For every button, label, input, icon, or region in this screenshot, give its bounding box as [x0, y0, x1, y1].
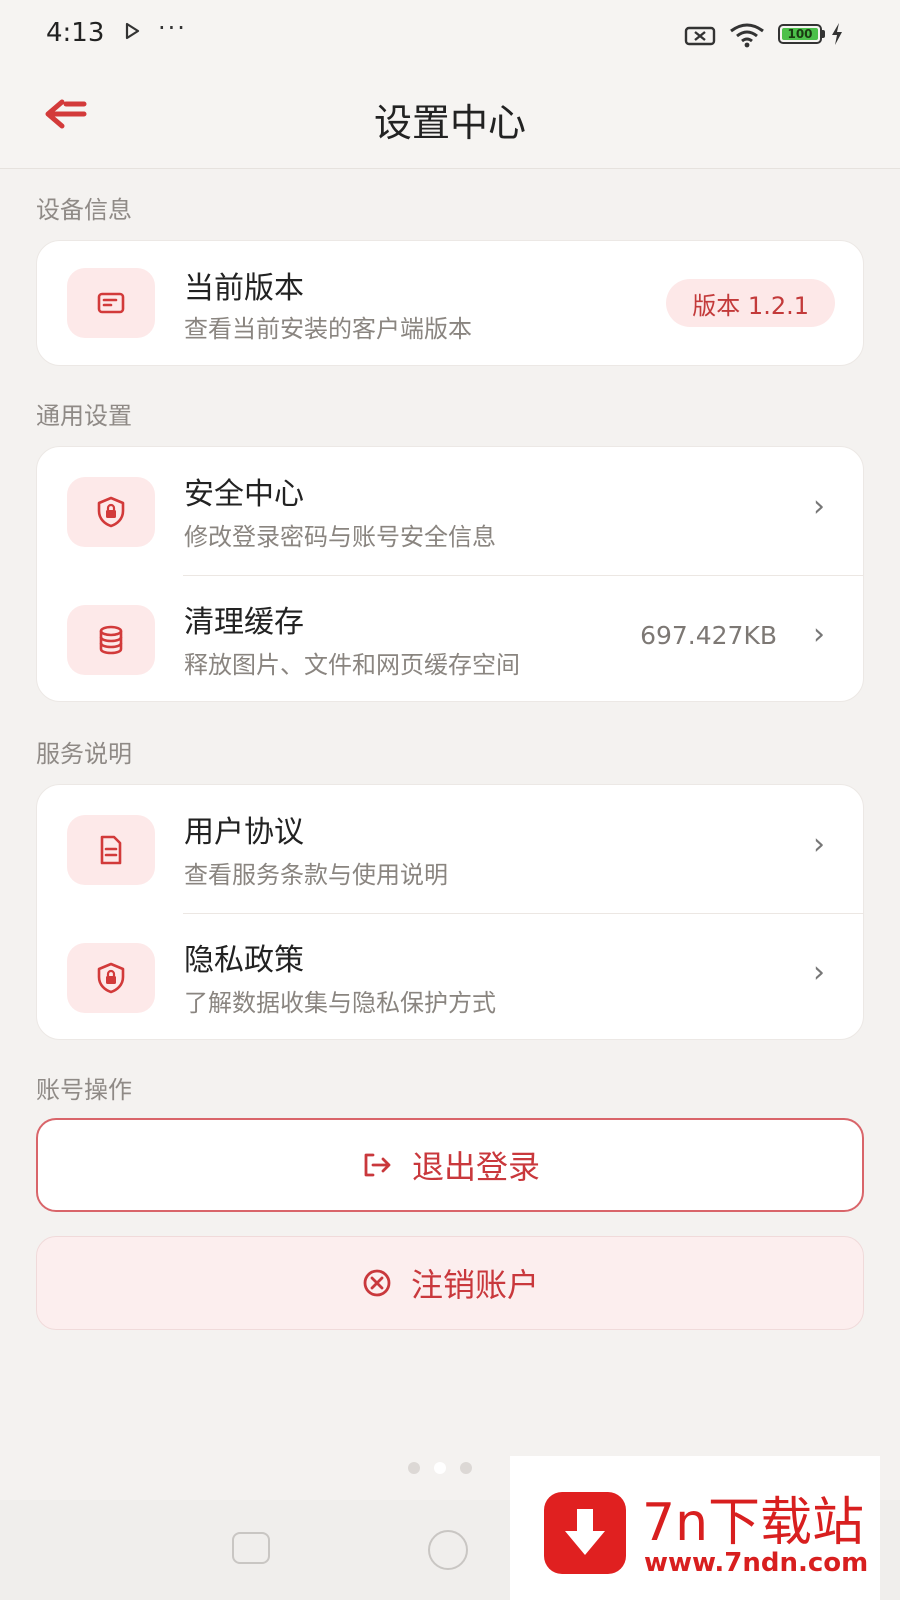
- section-label-service: 服务说明: [36, 740, 132, 768]
- version-subtitle: 查看当前安装的客户端版本: [184, 315, 472, 343]
- section-label-general: 通用设置: [36, 402, 132, 430]
- page-dot: [408, 1462, 420, 1474]
- nav-recents-button[interactable]: [232, 1532, 270, 1564]
- chevron-right-icon: ›: [813, 827, 825, 862]
- security-icon-box: [67, 477, 155, 547]
- page-dot: [460, 1462, 472, 1474]
- watermark-name: 7n下载站: [642, 1493, 865, 1553]
- wifi-icon: [730, 23, 764, 48]
- cache-subtitle: 释放图片、文件和网页缓存空间: [184, 651, 520, 679]
- security-subtitle: 修改登录密码与账号安全信息: [184, 523, 496, 551]
- cache-size: 697.427KB: [640, 621, 777, 650]
- media-play-icon: [125, 22, 140, 40]
- privacy-policy-row[interactable]: 隐私政策 了解数据收集与隐私保护方式 ›: [37, 913, 863, 1041]
- document-icon: [100, 835, 122, 865]
- privacy-subtitle: 了解数据收集与隐私保护方式: [184, 989, 496, 1017]
- chevron-right-icon: ›: [813, 617, 825, 652]
- chevron-right-icon: ›: [813, 955, 825, 990]
- version-icon-box: [67, 268, 155, 338]
- security-center-row[interactable]: 安全中心 修改登录密码与账号安全信息 ›: [37, 447, 863, 575]
- no-sim-icon: [684, 26, 716, 46]
- privacy-title: 隐私政策: [184, 943, 304, 978]
- logout-icon: [360, 1150, 394, 1180]
- logout-label: 退出登录: [411, 1148, 540, 1186]
- agreement-icon-box: [67, 815, 155, 885]
- close-circle-icon: [361, 1267, 393, 1299]
- battery-level: 100: [782, 27, 818, 41]
- watermark-url: www.7ndn.com: [644, 1548, 869, 1578]
- section-label-account: 账号操作: [36, 1076, 132, 1104]
- user-agreement-row[interactable]: 用户协议 查看服务条款与使用说明 ›: [37, 785, 863, 913]
- agreement-subtitle: 查看服务条款与使用说明: [184, 861, 448, 889]
- delete-account-button[interactable]: 注销账户: [36, 1236, 864, 1330]
- more-notifications-icon: ···: [158, 14, 187, 42]
- privacy-icon-box: [67, 943, 155, 1013]
- status-bar: 4:13 ··· 100: [0, 0, 900, 70]
- shield-lock-icon: [97, 962, 125, 994]
- agreement-title: 用户协议: [184, 815, 304, 850]
- page-indicator: [408, 1462, 472, 1474]
- chevron-right-icon: ›: [813, 489, 825, 524]
- cache-icon-box: [67, 605, 155, 675]
- id-card-icon: [97, 292, 125, 314]
- top-app-bar: 设置中心: [0, 70, 900, 169]
- version-title: 当前版本: [184, 271, 304, 306]
- version-row: 当前版本 查看当前安装的客户端版本 版本 1.2.1: [37, 241, 863, 365]
- database-icon: [99, 625, 123, 655]
- status-time: 4:13: [46, 18, 105, 48]
- watermark: 7n下载站 www.7ndn.com: [510, 1456, 880, 1600]
- general-settings-card: 安全中心 修改登录密码与账号安全信息 › 清理缓存 释放图片、文件和网页缓存空间…: [36, 446, 864, 702]
- section-label-device: 设备信息: [36, 196, 132, 224]
- service-card: 用户协议 查看服务条款与使用说明 › 隐私政策 了解数据收集与隐私保护方式 ›: [36, 784, 864, 1040]
- page-title: 设置中心: [373, 101, 526, 145]
- version-badge: 版本 1.2.1: [666, 279, 835, 327]
- charging-icon: [832, 23, 842, 45]
- clear-cache-row[interactable]: 清理缓存 释放图片、文件和网页缓存空间 697.427KB ›: [37, 575, 863, 703]
- nav-home-button[interactable]: [428, 1530, 468, 1570]
- device-info-card: 当前版本 查看当前安装的客户端版本 版本 1.2.1: [36, 240, 864, 366]
- cache-title: 清理缓存: [184, 605, 304, 640]
- logout-button[interactable]: 退出登录: [36, 1118, 864, 1212]
- download-arrow-icon: [544, 1492, 626, 1574]
- page-dot-active: [434, 1462, 446, 1474]
- shield-lock-icon: [97, 496, 125, 528]
- delete-account-label: 注销账户: [410, 1266, 539, 1304]
- security-title: 安全中心: [184, 477, 304, 512]
- battery-icon: 100: [778, 24, 828, 46]
